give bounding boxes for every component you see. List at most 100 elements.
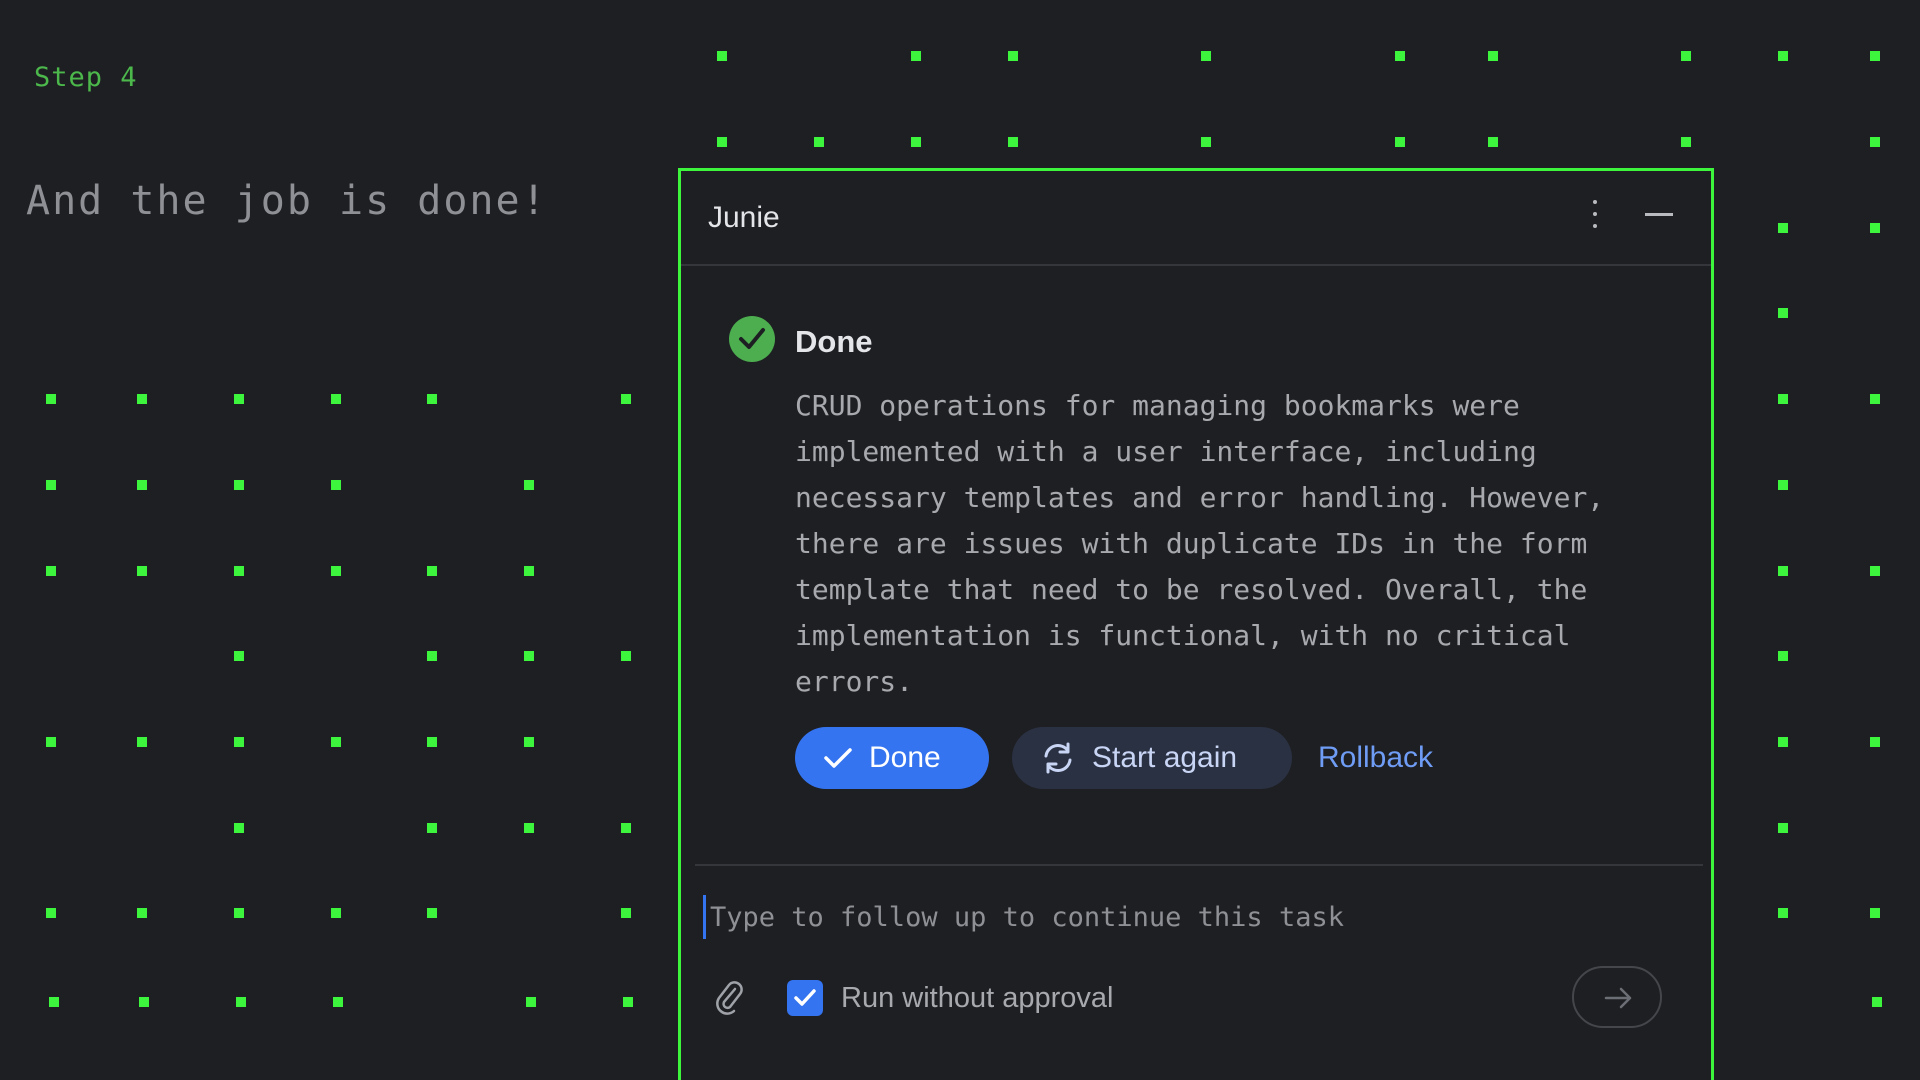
grid-dot: [910, 137, 921, 148]
grid-dot: [1777, 51, 1788, 62]
grid-dot: [233, 394, 244, 405]
grid-dot: [1487, 51, 1498, 62]
grid-dot: [1777, 394, 1788, 405]
screen: Step 4 And the job is done! Junie Done C…: [0, 0, 1920, 1080]
grid-dot: [233, 651, 244, 662]
grid-dot: [1777, 651, 1788, 662]
send-button[interactable]: [1572, 966, 1662, 1028]
grid-dot: [137, 565, 148, 576]
grid-dot: [620, 822, 631, 833]
step-label: Step 4: [34, 62, 138, 93]
grid-dot: [1007, 51, 1018, 62]
grid-dot: [523, 479, 534, 490]
arrow-right-icon: [1604, 987, 1632, 1009]
start-again-button-label: Start again: [1092, 741, 1238, 774]
run-without-approval-label[interactable]: Run without approval: [841, 982, 1113, 1015]
grid-dot: [1201, 51, 1212, 62]
grid-dot: [1777, 479, 1788, 490]
grid-dot: [139, 996, 150, 1007]
grid-dot: [1681, 137, 1692, 148]
grid-dot: [427, 394, 438, 405]
grid-dot: [1777, 565, 1788, 576]
junie-panel: Junie Done CRUD operations for managing …: [678, 168, 1714, 1080]
grid-dot: [427, 651, 438, 662]
grid-dot: [332, 996, 343, 1007]
grid-dot: [330, 565, 341, 576]
grid-dot: [1869, 565, 1880, 576]
grid-dot: [1869, 222, 1880, 233]
grid-dot: [427, 908, 438, 919]
headline: And the job is done!: [26, 178, 548, 224]
kebab-menu-icon[interactable]: [1588, 195, 1602, 235]
grid-dot: [1869, 737, 1880, 748]
grid-dot: [620, 908, 631, 919]
grid-dot: [1681, 51, 1692, 62]
grid-dot: [910, 51, 921, 62]
grid-dot: [236, 996, 247, 1007]
paperclip-icon[interactable]: [714, 979, 744, 1015]
grid-dot: [330, 908, 341, 919]
grid-dot: [620, 394, 631, 405]
grid-dot: [523, 651, 534, 662]
grid-dot: [526, 996, 537, 1007]
composer-divider: [695, 864, 1703, 866]
grid-dot: [233, 908, 244, 919]
rollback-link[interactable]: Rollback: [1318, 727, 1433, 789]
grid-dot: [523, 737, 534, 748]
grid-dot: [427, 822, 438, 833]
grid-dot: [46, 737, 57, 748]
grid-dot: [1869, 51, 1880, 62]
grid-dot: [48, 996, 59, 1007]
grid-dot: [1777, 908, 1788, 919]
grid-dot: [1394, 137, 1405, 148]
panel-header: Junie: [681, 171, 1711, 266]
grid-dot: [137, 737, 148, 748]
grid-dot: [46, 394, 57, 405]
grid-dot: [523, 565, 534, 576]
grid-dot: [814, 137, 825, 148]
grid-dot: [46, 908, 57, 919]
grid-dot: [1777, 308, 1788, 319]
grid-dot: [623, 996, 634, 1007]
start-again-button[interactable]: Start again: [1012, 727, 1292, 789]
grid-dot: [1201, 137, 1212, 148]
grid-dot: [1007, 137, 1018, 148]
grid-dot: [330, 479, 341, 490]
grid-dot: [233, 737, 244, 748]
grid-dot: [137, 394, 148, 405]
grid-dot: [1394, 51, 1405, 62]
run-without-approval-checkbox[interactable]: [787, 980, 823, 1016]
grid-dot: [137, 479, 148, 490]
checkmark-icon: [824, 748, 852, 768]
grid-dot: [620, 651, 631, 662]
grid-dot: [330, 394, 341, 405]
grid-dot: [1869, 908, 1880, 919]
grid-dot: [233, 565, 244, 576]
grid-dot: [427, 737, 438, 748]
grid-dot: [523, 822, 534, 833]
grid-dot: [1487, 137, 1498, 148]
check-circle-icon: [729, 316, 775, 362]
grid-dot: [1777, 222, 1788, 233]
grid-dot: [46, 565, 57, 576]
grid-dot: [427, 565, 438, 576]
grid-dot: [330, 737, 341, 748]
grid-dot: [1869, 137, 1880, 148]
done-button-label: Done: [869, 741, 941, 774]
follow-up-input[interactable]: [703, 895, 1643, 939]
grid-dot: [1777, 822, 1788, 833]
task-summary: CRUD operations for managing bookmarks w…: [795, 389, 1605, 698]
panel-title: Junie: [708, 201, 780, 234]
grid-dot: [233, 822, 244, 833]
grid-dot: [137, 908, 148, 919]
refresh-icon: [1044, 742, 1072, 774]
grid-dot: [233, 479, 244, 490]
grid-dot: [1872, 996, 1883, 1007]
grid-dot: [1777, 737, 1788, 748]
grid-dot: [46, 479, 57, 490]
done-button[interactable]: Done: [795, 727, 989, 789]
status-label: Done: [795, 324, 873, 359]
grid-dot: [717, 137, 728, 148]
minimize-icon[interactable]: [1645, 201, 1675, 225]
grid-dot: [1869, 394, 1880, 405]
